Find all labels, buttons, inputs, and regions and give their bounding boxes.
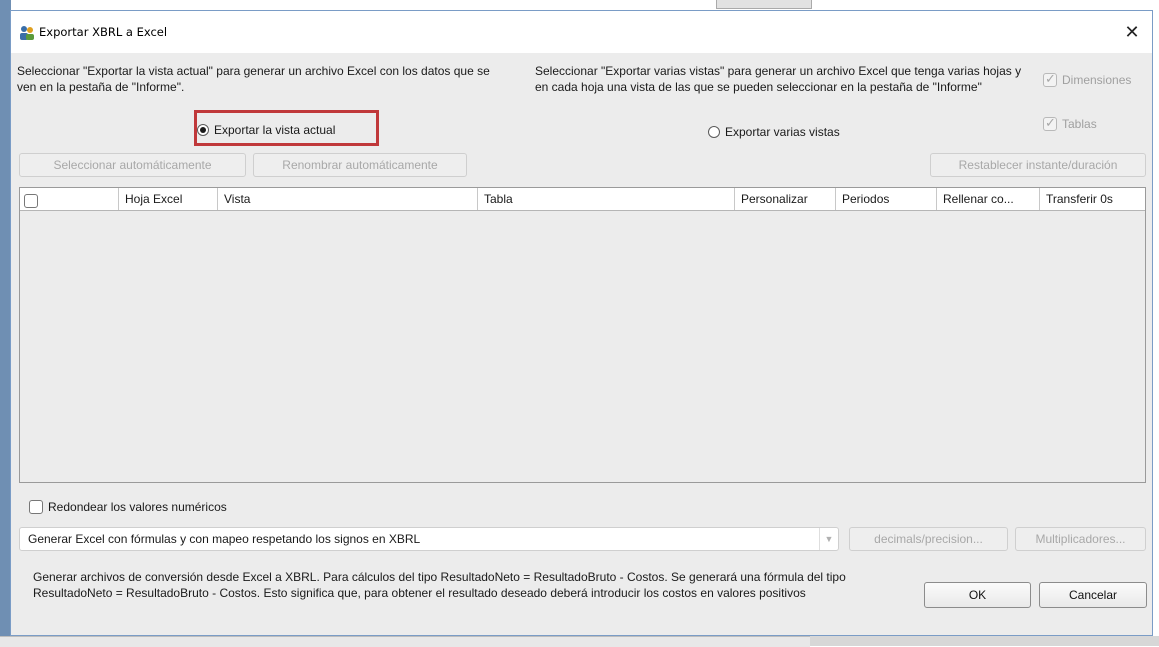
- views-table[interactable]: Hoja Excel Vista Tabla Personalizar Peri…: [19, 187, 1146, 483]
- export-current-description: Seleccionar "Exportar la vista actual" p…: [17, 64, 490, 94]
- reset-instant-duration-button[interactable]: Restablecer instante/duración: [930, 153, 1146, 177]
- export-multiple-label: Exportar varias vistas: [725, 125, 840, 139]
- round-values-label: Redondear los valores numéricos: [48, 500, 227, 514]
- checkbox-checked-icon: [1043, 71, 1057, 87]
- conversion-note: Generar archivos de conversión desde Exc…: [33, 570, 846, 600]
- close-button[interactable]: ✕: [1120, 20, 1144, 44]
- decimals-precision-button[interactable]: decimals/precision...: [849, 527, 1008, 551]
- column-header-tabla[interactable]: Tabla: [478, 188, 735, 210]
- column-header-periodos[interactable]: Periodos: [836, 188, 937, 210]
- column-header-rellenar[interactable]: Rellenar co...: [937, 188, 1040, 210]
- checkbox-unchecked-icon: [29, 500, 43, 514]
- column-header-hoja[interactable]: Hoja Excel: [119, 188, 218, 210]
- dropdown-arrow-icon: ▼: [819, 528, 838, 550]
- checkbox-checked-icon: [1043, 115, 1057, 131]
- auto-select-button[interactable]: Seleccionar automáticamente: [19, 153, 246, 177]
- people-icon: [19, 25, 35, 41]
- column-header-personalizar[interactable]: Personalizar: [735, 188, 836, 210]
- tablas-checkbox[interactable]: Tablas: [1043, 115, 1097, 131]
- radio-unselected-icon: [708, 126, 720, 138]
- ok-button[interactable]: OK: [924, 582, 1031, 608]
- cancel-button[interactable]: Cancelar: [1039, 582, 1147, 608]
- tablas-label: Tablas: [1062, 117, 1097, 131]
- mode-select[interactable]: Generar Excel con fórmulas y con mapeo r…: [19, 527, 839, 551]
- export-current-radio[interactable]: Exportar la vista actual: [197, 123, 335, 137]
- column-header-select[interactable]: [20, 188, 119, 210]
- dialog-content: Seleccionar "Exportar la vista actual" p…: [11, 53, 1152, 635]
- multipliers-button[interactable]: Multiplicadores...: [1015, 527, 1146, 551]
- table-header: Hoja Excel Vista Tabla Personalizar Peri…: [20, 188, 1145, 211]
- auto-rename-button[interactable]: Renombrar automáticamente: [253, 153, 467, 177]
- title-bar[interactable]: Exportar XBRL a Excel ✕: [11, 11, 1152, 53]
- export-dialog: Exportar XBRL a Excel ✕ Seleccionar "Exp…: [10, 10, 1153, 636]
- round-values-checkbox[interactable]: Redondear los valores numéricos: [29, 500, 227, 514]
- export-multiple-radio[interactable]: Exportar varias vistas: [708, 125, 840, 139]
- column-header-vista[interactable]: Vista: [218, 188, 478, 210]
- select-all-checkbox[interactable]: [24, 194, 38, 209]
- dimensiones-label: Dimensiones: [1062, 73, 1132, 87]
- column-header-transferir[interactable]: Transferir 0s: [1040, 188, 1145, 210]
- export-current-label: Exportar la vista actual: [214, 123, 336, 137]
- radio-selected-icon: [197, 124, 209, 136]
- window-title: Exportar XBRL a Excel: [39, 25, 168, 39]
- background-window-bottom: [0, 636, 1159, 647]
- dimensiones-checkbox[interactable]: Dimensiones: [1043, 71, 1132, 87]
- export-multiple-description: Seleccionar "Exportar varias vistas" par…: [535, 64, 1022, 94]
- mode-select-value: Generar Excel con fórmulas y con mapeo r…: [28, 532, 421, 546]
- background-tab: [716, 0, 812, 9]
